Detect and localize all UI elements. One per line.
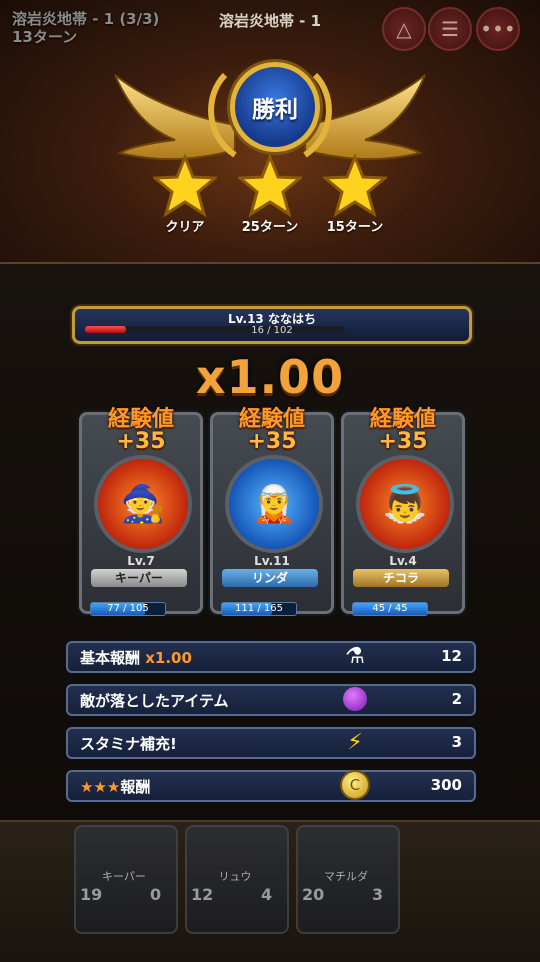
reward-row-stamina: スタミナ補充! ⚡ 3: [66, 727, 476, 759]
reward-value: 300: [430, 776, 462, 794]
hero-level: Lv.4: [389, 554, 417, 568]
star-icon: [153, 154, 217, 218]
player-xp-bar: Lv.13 ななはち 16 / 102: [72, 306, 472, 344]
hero-hp-text: 77 / 105: [107, 603, 149, 614]
hero-hp-text: 45 / 45: [372, 603, 408, 614]
hero-name: リンダ: [222, 569, 318, 587]
team-slot-count: 0: [150, 885, 162, 904]
team-slot-name: キーパー: [102, 870, 146, 883]
reward-row-base: 基本報酬 x1.00 ⚗ 12: [66, 641, 476, 673]
hero-portrait: 🧙: [94, 455, 192, 553]
team-slot-count: 4: [261, 885, 273, 904]
team-slot-count: 20: [302, 885, 325, 904]
exp-gain: +35: [378, 429, 428, 454]
star-icon: [323, 154, 387, 218]
exp-multiplier: x1.00: [195, 350, 345, 404]
reward-multiplier: x1.00: [145, 649, 192, 667]
star-icon: [238, 154, 302, 218]
reward-row-drops: 敵が落としたアイテム 2: [66, 684, 476, 716]
hero-level: Lv.7: [127, 554, 155, 568]
hero-hp-bar: 111 / 165: [221, 602, 297, 616]
hero-card-3[interactable]: 経験値 +35 👼 Lv.4 チコラ: [341, 407, 465, 614]
team-slot-name: マチルダ: [324, 870, 368, 883]
exp-gain: +35: [116, 429, 166, 454]
reward-value: 3: [451, 733, 462, 751]
hero-hp-bar: 77 / 105: [90, 602, 166, 616]
reward-value: 12: [441, 647, 462, 665]
triangle-icon: △: [396, 17, 412, 41]
potion-icon: ⚗: [345, 643, 365, 669]
menu-button[interactable]: •••: [476, 7, 520, 51]
reward-label: ★★★報酬: [80, 776, 150, 797]
three-star-icon: ★★★: [80, 778, 121, 796]
hero-card-2[interactable]: 経験値 +35 🧝 Lv.11 リンダ: [210, 407, 334, 614]
scroll-icon: ☰: [441, 17, 459, 41]
hero-hp-bar: 45 / 45: [352, 602, 428, 616]
reward-label-text: 報酬: [120, 778, 151, 796]
reward-value: 2: [451, 690, 462, 708]
team-slot-name: リュウ: [218, 870, 252, 883]
witch-hero-icon: 🧝: [251, 484, 297, 525]
hero-portrait: 👼: [356, 455, 454, 553]
hero-portrait: 🧝: [225, 455, 323, 553]
ranking-button[interactable]: △: [382, 7, 426, 51]
lightning-icon: ⚡: [347, 729, 363, 755]
player-xp-text: 16 / 102: [251, 325, 293, 336]
reward-label: 敵が落としたアイテム: [80, 692, 229, 710]
exp-gain: +35: [247, 429, 297, 454]
reward-row-star: ★★★報酬 C 300: [66, 770, 476, 802]
more-icon: •••: [480, 17, 516, 41]
star-condition-turns-15: 15ターン: [326, 220, 384, 235]
reward-label-text: 基本報酬: [80, 649, 141, 667]
log-button[interactable]: ☰: [428, 7, 472, 51]
victory-label: 勝利: [252, 97, 298, 123]
team-slot-count: 19: [80, 885, 103, 904]
victory-badge: 勝利: [230, 62, 320, 152]
reward-label: スタミナ補充!: [80, 735, 177, 753]
team-slot-count: 3: [372, 885, 384, 904]
hero-card-1[interactable]: 経験値 +35 🧙 Lv.7 キーパー: [79, 407, 203, 614]
hero-name: チコラ: [353, 569, 449, 587]
purple-orb-icon: [338, 682, 372, 716]
hero-hp-text: 111 / 165: [235, 603, 283, 614]
red-hat-hero-icon: 🧙: [120, 484, 166, 525]
gold-coin-icon: C: [338, 768, 372, 802]
reward-label: 基本報酬 x1.00: [80, 647, 192, 668]
hero-level: Lv.11: [254, 554, 290, 568]
angel-hero-icon: 👼: [382, 484, 428, 525]
hero-name: キーパー: [91, 569, 187, 587]
team-slot-count: 12: [191, 885, 214, 904]
